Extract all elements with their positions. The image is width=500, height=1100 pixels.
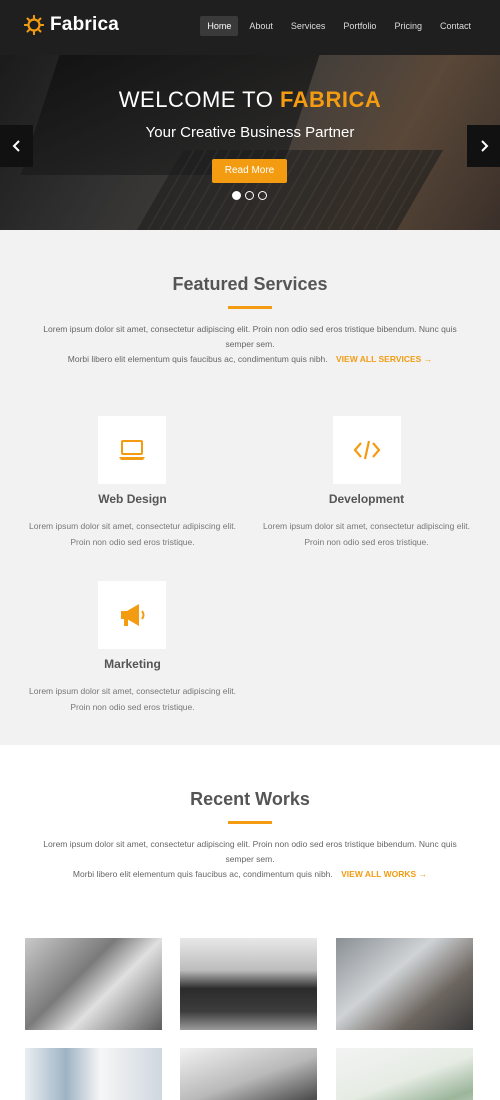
nav-portfolio[interactable]: Portfolio [336, 16, 383, 36]
brand-logo[interactable]: Fabrica [24, 14, 119, 36]
slider-next-button[interactable] [467, 125, 500, 167]
slider-dot-2[interactable] [245, 191, 254, 200]
hero-title-accent: FABRICA [279, 87, 382, 112]
slider-dot-3[interactable] [258, 191, 267, 200]
service-icon-box [333, 416, 401, 484]
featured-services-section: Featured Services Lorem ipsum dolor sit … [0, 230, 500, 745]
hero-subtitle: Your Creative Business Partner [145, 124, 355, 141]
service-marketing[interactable]: Marketing Lorem ipsum dolor sit amet, co… [15, 581, 250, 721]
service-title: Development [328, 492, 405, 506]
nav-about[interactable]: About [242, 16, 280, 36]
service-title: Marketing [104, 657, 161, 671]
work-thumbnail[interactable] [25, 938, 162, 1030]
megaphone-icon [121, 604, 145, 626]
chevron-right-icon [480, 140, 488, 152]
nav-contact[interactable]: Contact [433, 16, 478, 36]
work-thumbnail[interactable] [180, 938, 317, 1030]
work-thumbnail[interactable] [180, 1048, 317, 1100]
services-title-underline [228, 306, 272, 309]
services-intro: Lorem ipsum dolor sit amet, consectetur … [43, 324, 457, 364]
code-icon [353, 440, 381, 460]
work-thumbnail[interactable] [25, 1048, 162, 1100]
slider-prev-button[interactable] [0, 125, 33, 167]
service-description: Lorem ipsum dolor sit amet, consectetur … [29, 521, 236, 547]
hero-title: WELCOME TO FABRICA [0, 87, 500, 113]
nav-home[interactable]: Home [200, 16, 239, 36]
slider-dots [232, 191, 271, 200]
hero-slider: WELCOME TO FABRICA Your Creative Busines… [0, 55, 500, 230]
service-icon-box [98, 581, 166, 649]
works-title-underline [228, 821, 272, 824]
sun-logo-icon [24, 15, 44, 35]
service-description: Lorem ipsum dolor sit amet, consectetur … [29, 686, 236, 712]
brand-name: Fabrica [50, 14, 119, 35]
read-more-button[interactable]: Read More [212, 159, 287, 183]
service-description: Lorem ipsum dolor sit amet, consectetur … [263, 521, 470, 547]
view-all-services-link[interactable]: VIEW ALL SERVICES → [336, 354, 432, 364]
nav-pricing[interactable]: Pricing [387, 16, 429, 36]
top-navbar: Fabrica Home About Services Portfolio Pr… [0, 0, 500, 55]
services-title: Featured Services [172, 274, 328, 294]
work-thumbnail[interactable] [336, 938, 473, 1030]
service-web-design[interactable]: Web Design Lorem ipsum dolor sit amet, c… [15, 416, 250, 556]
service-development[interactable]: Development Lorem ipsum dolor sit amet, … [249, 416, 484, 556]
hero-title-prefix: WELCOME TO [118, 87, 274, 112]
works-intro: Lorem ipsum dolor sit amet, consectetur … [43, 839, 457, 879]
service-icon-box [98, 416, 166, 484]
chevron-left-icon [12, 140, 20, 152]
works-title: Recent Works [190, 789, 310, 809]
main-nav: Home About Services Portfolio Pricing Co… [196, 16, 478, 36]
recent-works-section: Recent Works Lorem ipsum dolor sit amet,… [0, 745, 500, 1100]
slider-dot-1[interactable] [232, 191, 241, 200]
work-thumbnail[interactable] [336, 1048, 473, 1100]
view-all-works-link[interactable]: VIEW ALL WORKS → [341, 869, 427, 879]
service-title: Web Design [98, 492, 167, 506]
nav-services[interactable]: Services [284, 16, 333, 36]
laptop-icon [119, 440, 145, 460]
